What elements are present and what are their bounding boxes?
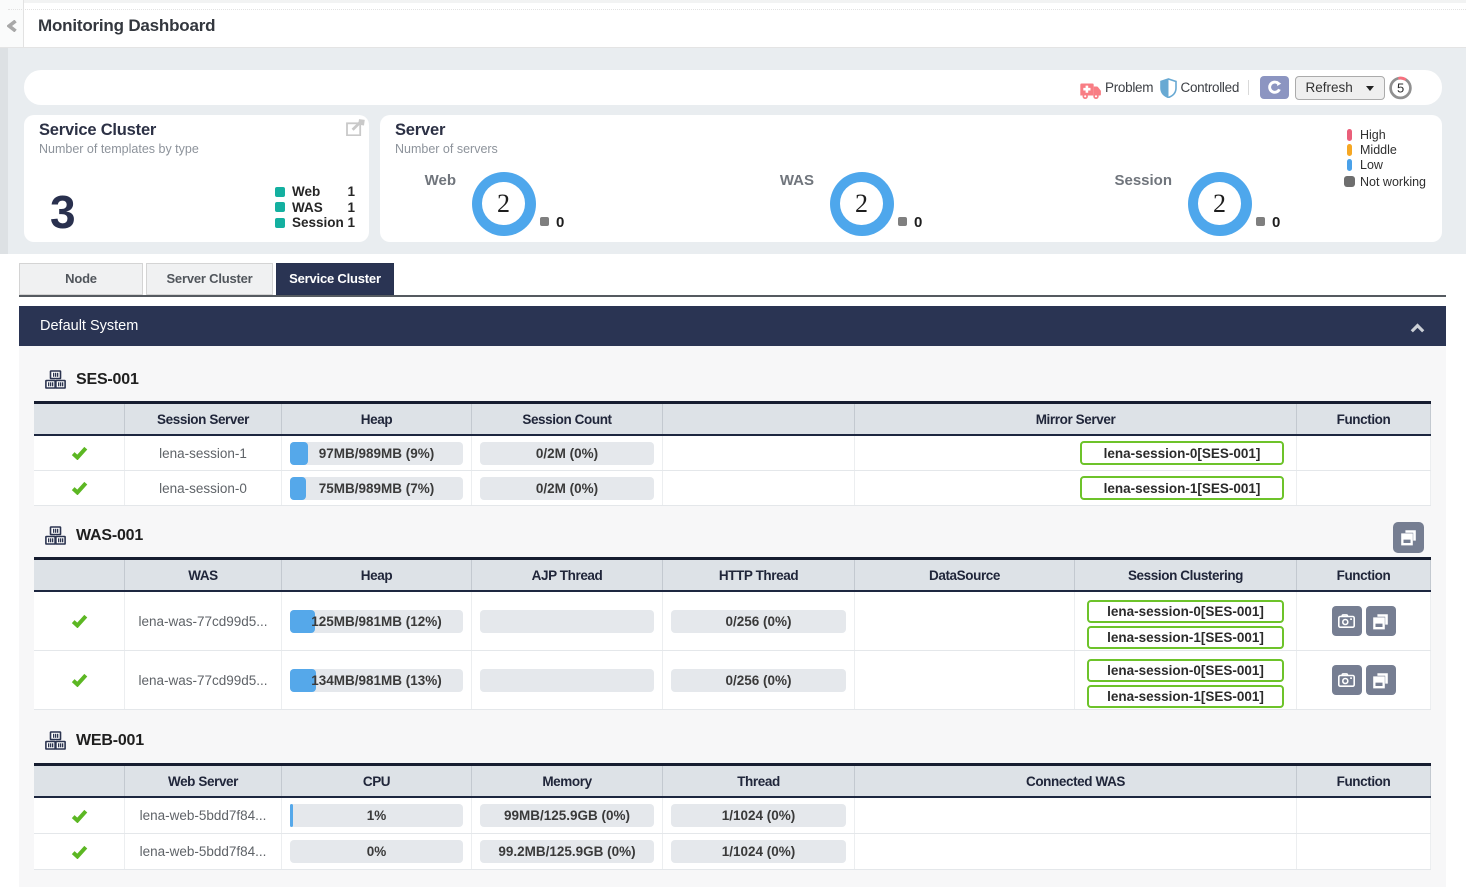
svg-text:5: 5 bbox=[1397, 80, 1404, 95]
